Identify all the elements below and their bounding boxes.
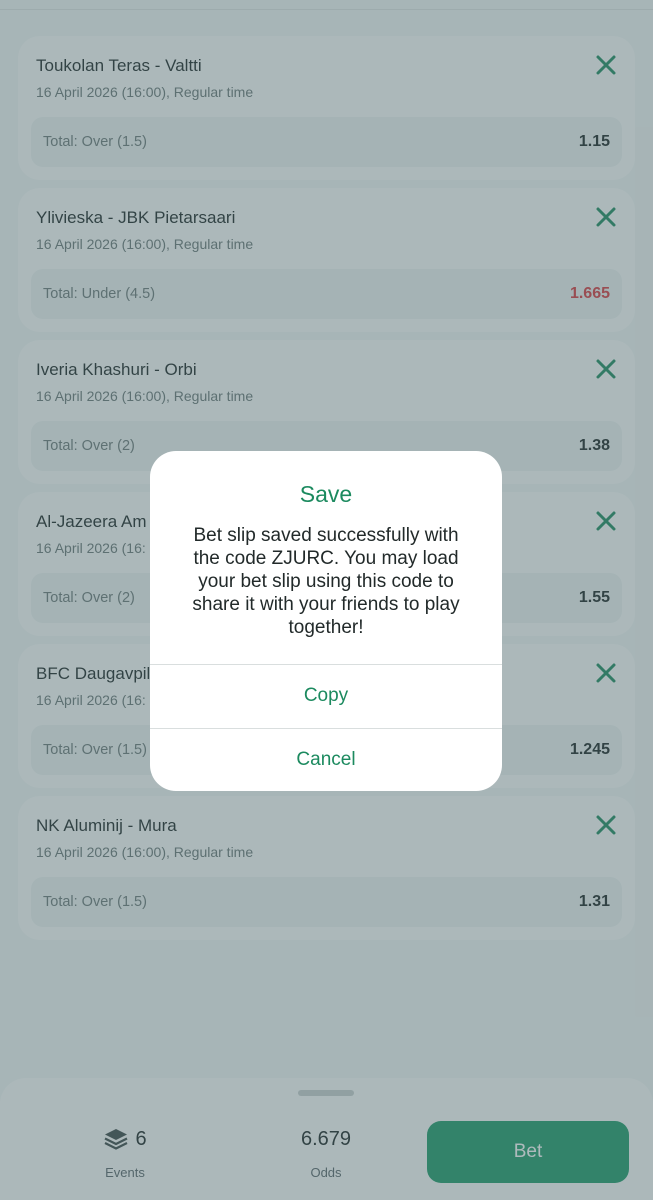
dialog-message: Bet slip saved successfully with the cod… <box>192 525 460 638</box>
dialog-title: Save <box>299 481 353 507</box>
copy-button[interactable]: Copy <box>150 664 502 727</box>
cancel-button[interactable]: Cancel <box>150 728 502 791</box>
save-dialog: Save Bet slip saved successfully with th… <box>150 451 502 791</box>
